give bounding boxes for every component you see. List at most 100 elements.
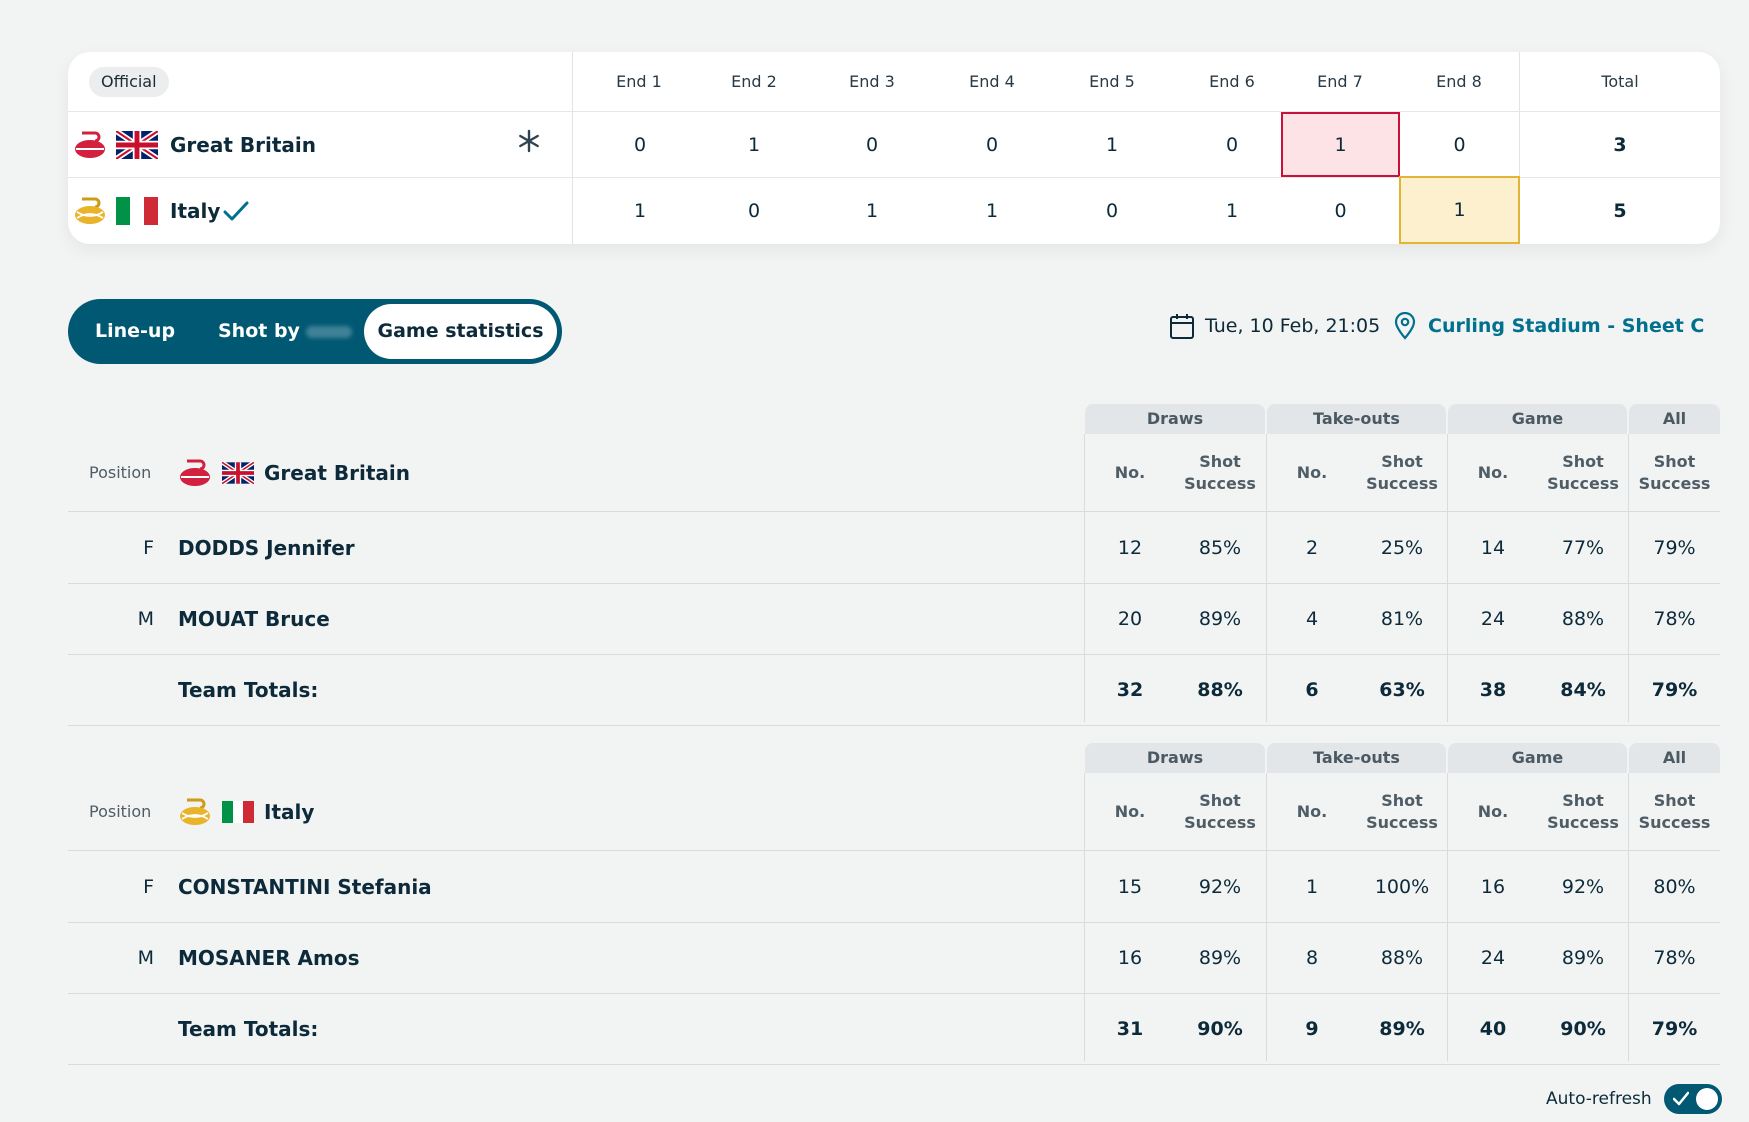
player-position: F (143, 537, 154, 559)
group-take-outs: Take-outs (1267, 743, 1446, 773)
takeouts-success: 89% (1379, 1018, 1425, 1040)
game-shot-success-header: Shot Success (1538, 773, 1628, 851)
score-cell: 1 (865, 200, 879, 222)
calendar-icon (1170, 314, 1194, 339)
flag-great-britain-icon (116, 131, 158, 159)
team-header: Great Britain (178, 434, 410, 512)
success-label: Success (1547, 474, 1619, 493)
scoreboard-header: Official End 1 End 2 End 3 End 4 End 5 E… (68, 52, 1720, 112)
check-icon (1672, 1091, 1689, 1106)
position-header: Position (89, 802, 152, 821)
score-row-great-britain: Great Britain 0 1 0 0 1 0 1 0 3 (68, 112, 1720, 178)
takeouts-no: 2 (1305, 537, 1319, 559)
score-cell-highlighted: 1 (1281, 112, 1400, 177)
player-name: MOSANER Amos (178, 946, 360, 970)
score-cell: 0 (1334, 200, 1347, 222)
total-score: 3 (1613, 133, 1627, 156)
draws-no: 12 (1117, 537, 1143, 559)
stats-table-great-britain: Draws Take-outs Game All Position Great … (68, 404, 1720, 726)
venue-link[interactable]: Curling Stadium - Sheet C (1428, 315, 1704, 337)
all-success: 78% (1653, 947, 1696, 969)
all-success: 78% (1653, 608, 1696, 630)
game-success: 88% (1561, 608, 1605, 630)
shot-label: Shot (1562, 791, 1604, 810)
game-shot-success-header: Shot Success (1538, 434, 1628, 512)
table-row: M MOSANER Amos 16 89% 8 88% 24 89% 78% (68, 923, 1720, 994)
view-tabs: Line-up Shot by Game statistics (68, 299, 562, 364)
all-success: 80% (1653, 876, 1696, 898)
all-success: 79% (1651, 1018, 1698, 1040)
curling-stone-red-icon (75, 131, 105, 158)
shot-label: Shot (1381, 452, 1423, 471)
team-totals-row: Team Totals: 32 88% 6 63% 38 84% 79% (68, 655, 1720, 726)
shot-label: Shot (1653, 791, 1696, 810)
success-label: Success (1547, 813, 1619, 832)
game-no: 24 (1480, 608, 1506, 630)
draws-success: 92% (1198, 876, 1242, 898)
table-row: F CONSTANTINI Stefania 15 92% 1 100% 16 … (68, 852, 1720, 923)
game-venue[interactable]: Curling Stadium - Sheet C (1394, 311, 1704, 341)
total-score: 5 (1613, 200, 1627, 222)
end-5-label: End 5 (1089, 72, 1135, 91)
location-pin-icon (1394, 312, 1416, 340)
score-cell: 1 (633, 200, 647, 222)
game-no: 40 (1479, 1018, 1507, 1040)
flag-italy-icon (222, 801, 255, 823)
draws-success: 89% (1198, 608, 1242, 630)
game-success: 89% (1561, 947, 1605, 969)
score-row-italy: Italy 1 0 1 1 0 1 0 1 5 (68, 176, 1720, 244)
draws-no: 16 (1117, 947, 1143, 969)
toggle-knob (1695, 1088, 1718, 1110)
takeouts-success: 88% (1380, 947, 1424, 969)
game-no-header: No. (1477, 463, 1509, 482)
end-4-label: End 4 (969, 72, 1015, 91)
takeouts-no: 6 (1305, 679, 1319, 701)
game-no: 24 (1480, 947, 1506, 969)
table-row: M MOUAT Bruce 20 89% 4 81% 24 88% 78% (68, 584, 1720, 655)
score-cell: 0 (1225, 133, 1239, 156)
end-6-label: End 6 (1209, 72, 1255, 91)
draws-no: 15 (1117, 876, 1143, 898)
table-row: F DODDS Jennifer 12 85% 2 25% 14 77% 79% (68, 513, 1720, 584)
draws-success: 85% (1198, 537, 1242, 559)
stats-table-italy: Draws Take-outs Game All Position Italy … (68, 743, 1720, 1065)
status-badge: Official (89, 67, 169, 97)
score-cell: 0 (633, 133, 647, 156)
success-label: Success (1638, 813, 1711, 832)
draws-success: 90% (1197, 1018, 1243, 1040)
shot-label: Shot (1653, 452, 1696, 471)
hammer-asterisk-icon (519, 129, 539, 153)
curling-stone-yellow-icon (180, 798, 210, 825)
game-success: 92% (1561, 876, 1605, 898)
draws-success: 89% (1198, 947, 1242, 969)
player-name: MOUAT Bruce (178, 607, 330, 631)
all-success: 79% (1651, 679, 1698, 701)
tab-game-statistics[interactable]: Game statistics (364, 304, 557, 359)
end-1-label: End 1 (616, 72, 662, 91)
group-game: Game (1448, 743, 1627, 773)
success-label: Success (1184, 813, 1256, 832)
shot-label: Shot (1199, 791, 1241, 810)
tab-line-up[interactable]: Line-up (95, 299, 175, 364)
score-cell: 0 (1453, 133, 1466, 156)
score-cell: 0 (865, 133, 879, 156)
game-no: 14 (1480, 537, 1506, 559)
draws-no-header: No. (1114, 802, 1146, 821)
game-success: 77% (1561, 537, 1605, 559)
auto-refresh-toggle[interactable] (1663, 1084, 1722, 1114)
success-label: Success (1366, 813, 1438, 832)
draws-no-header: No. (1114, 463, 1146, 482)
all-shot-success-header: Shot Success (1629, 434, 1720, 512)
takeouts-no: 9 (1305, 1018, 1319, 1040)
draws-no: 32 (1116, 679, 1144, 701)
curling-stone-red-icon (180, 459, 210, 486)
score-cell: 0 (1105, 200, 1119, 222)
tab-shot-by[interactable]: Shot by (218, 299, 352, 364)
team-name: Italy (170, 199, 221, 223)
datetime-text: Tue, 10 Feb, 21:05 (1205, 315, 1381, 337)
all-shot-success-header: Shot Success (1629, 773, 1720, 851)
winner-check-icon (223, 201, 249, 221)
auto-refresh: Auto-refresh (1546, 1084, 1722, 1114)
table-header-row: Position Italy No. Shot Success No. Shot S… (68, 773, 1720, 851)
takeouts-success: 100% (1374, 876, 1430, 898)
